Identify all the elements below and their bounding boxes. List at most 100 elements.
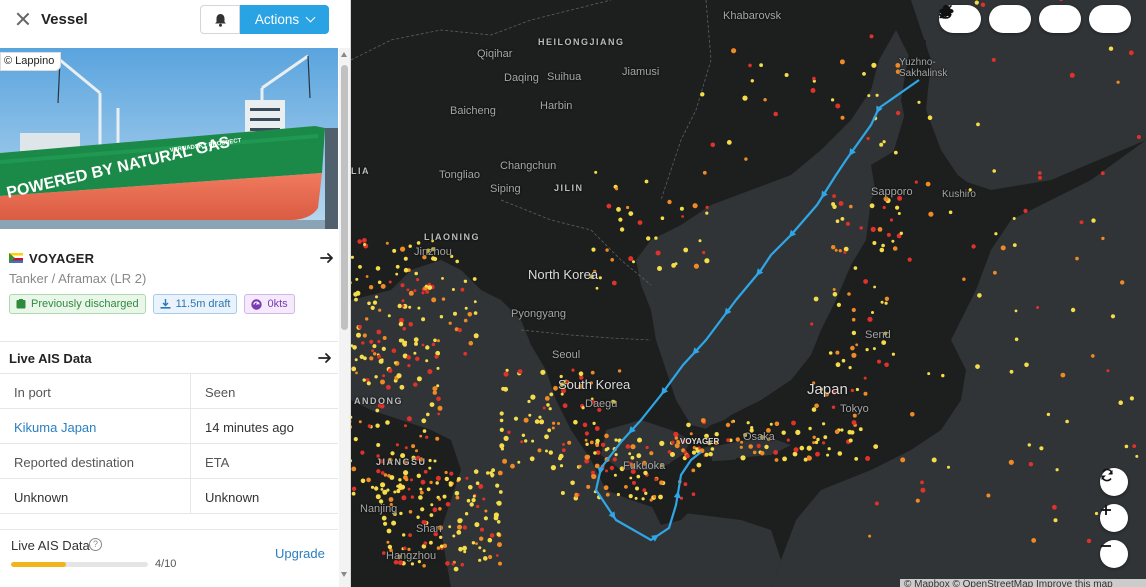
vessel-dot[interactable] <box>537 448 542 453</box>
vessel-dot[interactable] <box>370 485 375 489</box>
vessel-dot[interactable] <box>422 564 426 568</box>
vessel-dot[interactable] <box>471 498 476 503</box>
vessel-dot[interactable] <box>421 343 425 347</box>
vessel-dot[interactable] <box>670 440 675 445</box>
vessel-dot[interactable] <box>873 285 876 289</box>
vessel-dot[interactable] <box>611 280 617 286</box>
vessel-dot[interactable] <box>498 490 503 494</box>
actions-button[interactable]: Actions <box>240 5 329 34</box>
vessel-dot[interactable] <box>402 533 406 537</box>
vessel-dot[interactable] <box>869 34 874 39</box>
vessel-dot[interactable] <box>877 359 881 364</box>
vessel-dot[interactable] <box>548 450 553 455</box>
vessel-dot[interactable] <box>403 267 409 273</box>
vessel-dot[interactable] <box>799 445 805 451</box>
vessel-dot[interactable] <box>658 494 663 500</box>
vessel-dot[interactable] <box>855 343 859 347</box>
vessel-dot[interactable] <box>793 447 799 453</box>
vessel-dot[interactable] <box>432 386 438 392</box>
vessel-dot[interactable] <box>1128 50 1134 56</box>
vessel-dot[interactable] <box>441 297 446 301</box>
vessel-dot[interactable] <box>812 435 816 439</box>
vessel-dot[interactable] <box>851 420 857 425</box>
vessel-dot[interactable] <box>614 453 618 457</box>
vessel-dot[interactable] <box>637 437 642 443</box>
vessel-dot[interactable] <box>425 345 430 350</box>
vessel-dot[interactable] <box>473 300 477 304</box>
vessel-dot[interactable] <box>822 441 826 445</box>
vessel-dot[interactable] <box>646 236 651 241</box>
vessel-dot[interactable] <box>435 436 440 441</box>
vessel-dot[interactable] <box>915 498 920 503</box>
vessel-dot[interactable] <box>436 384 440 388</box>
vessel-dot[interactable] <box>464 306 468 310</box>
vessel-dot[interactable] <box>742 95 748 101</box>
vessel-dot[interactable] <box>928 211 934 217</box>
vessel-dot[interactable] <box>558 456 562 461</box>
vessel-dot[interactable] <box>629 476 633 480</box>
vessel-dot[interactable] <box>813 296 819 302</box>
vessel-dot[interactable] <box>388 497 394 502</box>
vessel-dot[interactable] <box>367 424 372 428</box>
vessel-dot[interactable] <box>628 494 633 499</box>
vessel-dot[interactable] <box>382 489 388 495</box>
vessel-dot[interactable] <box>1129 396 1134 401</box>
vessel-dot[interactable] <box>529 456 535 462</box>
vessel-dot[interactable] <box>850 388 855 393</box>
vessel-dot[interactable] <box>895 110 901 116</box>
vessel-dot[interactable] <box>686 422 691 428</box>
vessel-dot[interactable] <box>395 272 399 276</box>
vessel-dot[interactable] <box>848 438 853 443</box>
vessel-dot[interactable] <box>867 94 871 98</box>
vessel-dot[interactable] <box>862 72 866 76</box>
vessel-dot[interactable] <box>358 420 362 424</box>
vessel-dot[interactable] <box>488 554 493 560</box>
vessel-dot[interactable] <box>884 296 890 301</box>
vessel-dot[interactable] <box>781 430 786 435</box>
vessel-dot[interactable] <box>460 287 465 292</box>
vessel-dot[interactable] <box>463 550 467 554</box>
vessel-dot[interactable] <box>704 452 709 457</box>
vessel-dot[interactable] <box>498 561 502 566</box>
vessel-dot[interactable] <box>362 333 367 338</box>
vessel-dot[interactable] <box>1037 171 1042 175</box>
map-view[interactable]: Khabarovsk HEILONGJIANG Qiqihar Daqing S… <box>351 0 1146 587</box>
vessel-dot[interactable] <box>710 142 716 148</box>
vessel-dot[interactable] <box>853 266 858 270</box>
vessel-dot[interactable] <box>835 219 840 223</box>
vessel-dot[interactable] <box>840 428 844 432</box>
vessel-dot[interactable] <box>387 368 393 373</box>
vessel-dot[interactable] <box>513 416 519 421</box>
vessel-dot[interactable] <box>401 299 405 303</box>
vessel-dot[interactable] <box>463 351 468 356</box>
vessel-dot[interactable] <box>500 447 504 451</box>
vessel-dot[interactable] <box>454 491 460 496</box>
vessel-dot[interactable] <box>873 444 879 449</box>
vessel-dot[interactable] <box>571 368 575 372</box>
vessel-dot[interactable] <box>673 431 679 437</box>
vessel-dot[interactable] <box>702 170 707 175</box>
vessel-dot[interactable] <box>369 339 374 344</box>
vessel-dot[interactable] <box>373 352 377 356</box>
vessel-dot[interactable] <box>458 546 463 552</box>
vessel-dot[interactable] <box>428 466 432 470</box>
vessel-dot[interactable] <box>430 503 434 507</box>
vessel-dot[interactable] <box>1052 504 1057 510</box>
vessel-dot[interactable] <box>448 321 452 325</box>
vessel-dot[interactable] <box>366 477 371 483</box>
vessel-dot[interactable] <box>380 488 384 491</box>
vessel-dot[interactable] <box>823 435 828 440</box>
vessel-dot[interactable] <box>483 516 488 521</box>
vessel-dot[interactable] <box>398 485 403 490</box>
vessel-dot[interactable] <box>362 238 367 243</box>
vessel-dot[interactable] <box>760 451 765 456</box>
vessel-dot[interactable] <box>683 247 689 253</box>
vessel-dot[interactable] <box>542 406 546 410</box>
vessel-dot[interactable] <box>810 322 814 326</box>
vessel-dot[interactable] <box>427 369 433 375</box>
vessel-dot[interactable] <box>691 450 697 455</box>
scroll-down-icon[interactable] <box>341 572 347 577</box>
vessel-dot[interactable] <box>1101 236 1105 241</box>
vessel-dot[interactable] <box>370 305 375 310</box>
vessel-dot[interactable] <box>1027 443 1031 447</box>
